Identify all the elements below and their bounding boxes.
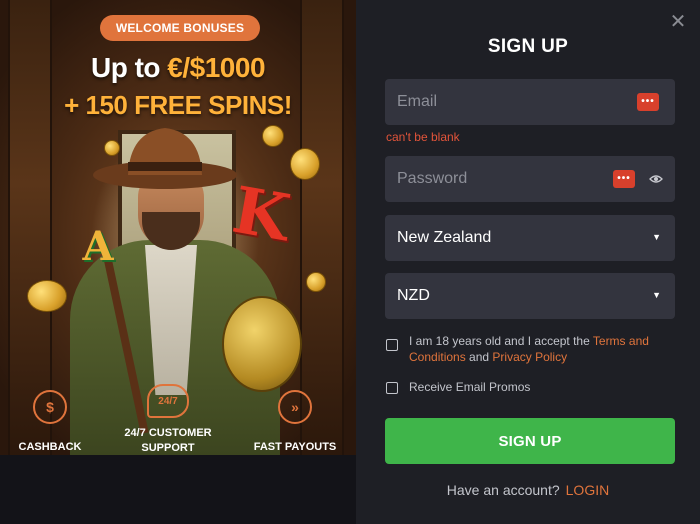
terms-and: and [465,350,493,364]
gold-coin [27,280,67,312]
cashback-icon: $ [33,390,67,424]
feature-label: 24/7 CUSTOMER SUPPORT [124,427,212,454]
chevron-down-icon: ▼ [652,232,661,242]
terms-checkbox[interactable] [386,339,398,351]
gold-coin [290,148,320,180]
email-field[interactable]: ••• [385,79,675,125]
password-manager-icon[interactable]: ••• [613,170,635,188]
feature-cashback: $ CASHBACK [0,390,105,455]
chevron-down-icon: ▼ [652,290,661,300]
currency-value: NZD [397,287,430,304]
login-prompt: Have an account? LOGIN [356,482,700,498]
have-account-text: Have an account? [446,482,560,498]
password-field[interactable]: ••• [385,156,675,202]
password-manager-icon[interactable]: ••• [637,93,659,111]
card-symbol-k: K [227,172,295,257]
gold-coin [306,272,326,292]
fast-forward-icon: » [278,390,312,424]
promo-footer-band [0,455,356,524]
signup-form-panel: ✕ SIGN UP ••• can't be blank ••• New Zea… [356,0,700,524]
privacy-link[interactable]: Privacy Policy [492,350,567,364]
golden-medallion [222,296,302,392]
feature-fast-payouts: » FAST PAYOUTS [240,390,350,455]
fedora-hat-icon [93,128,237,189]
bonus-amount: €/$1000 [167,52,266,83]
gold-coin [262,125,284,147]
country-select[interactable]: New Zealand ▼ [385,215,675,261]
support-chat-icon: 24/7 [147,384,189,418]
login-link[interactable]: LOGIN [566,482,610,498]
free-spins-headline: + 150 FREE SPINS! [64,90,292,120]
promos-label: Receive Email Promos [409,380,531,394]
headline-prefix: Up to [90,52,168,83]
email-input[interactable] [397,93,597,111]
card-symbol-a: A [82,223,114,270]
password-input[interactable] [397,170,597,188]
feature-support: 24/7 24/7 CUSTOMER SUPPORT [113,384,223,456]
terms-prefix: I am 18 years old and I accept the [409,334,593,348]
email-error: can't be blank [386,130,460,144]
close-icon[interactable]: ✕ [668,12,688,32]
feature-label: CASHBACK [18,441,82,453]
bonus-headline: Up to €/$1000 [0,52,356,84]
signup-button[interactable]: SIGN UP [385,418,675,464]
terms-label: I am 18 years old and I accept the Terms… [409,333,679,365]
promo-banner: WELCOME BONUSES Up to €/$1000 + 150 FREE… [0,0,356,524]
promos-checkbox[interactable] [386,382,398,394]
currency-select[interactable]: NZD ▼ [385,273,675,319]
form-title: SIGN UP [487,36,569,57]
feature-label: FAST PAYOUTS [253,441,337,453]
welcome-bonuses-badge: WELCOME BONUSES [100,15,260,41]
eye-icon[interactable] [649,171,663,187]
country-value: New Zealand [397,229,492,246]
